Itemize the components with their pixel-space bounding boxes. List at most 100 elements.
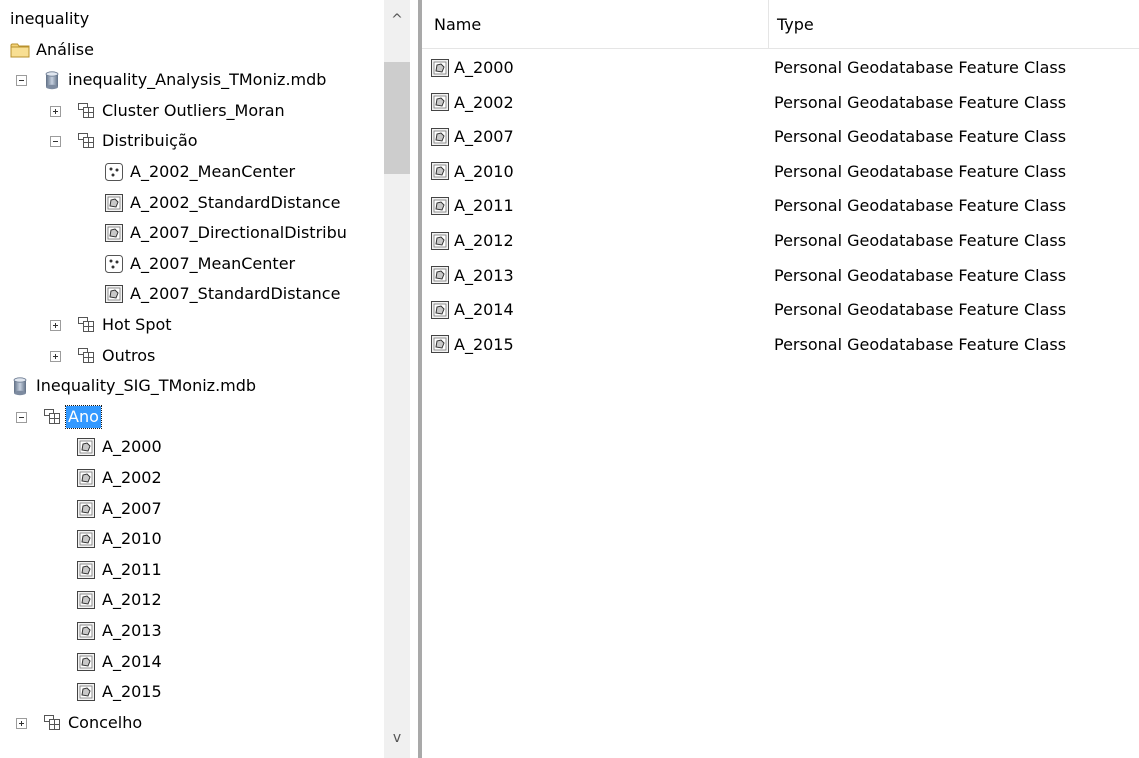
collapse-icon[interactable] bbox=[50, 136, 61, 148]
tree-node-cluster-outliers-moran[interactable]: Cluster Outliers_Moran bbox=[76, 96, 287, 126]
tree-node-concelho[interactable]: Concelho bbox=[42, 708, 144, 738]
cell-type: Personal Geodatabase Feature Class bbox=[774, 231, 1067, 250]
column-header-type[interactable]: Type bbox=[768, 0, 1137, 48]
tree-node-label: A_2007 bbox=[102, 498, 162, 518]
polygon-feature-class-icon bbox=[76, 499, 96, 519]
tree-node-a-2002-meancenter[interactable]: A_2002_MeanCenter bbox=[104, 157, 297, 187]
cell-name: A_2015 bbox=[430, 327, 514, 362]
tree-node-a-2015[interactable]: A_2015 bbox=[76, 677, 164, 707]
cell-type: Personal Geodatabase Feature Class bbox=[774, 127, 1067, 147]
row-name-text: A_2010 bbox=[454, 161, 514, 181]
tree-node-a-2010[interactable]: A_2010 bbox=[76, 524, 164, 554]
row-name-text: A_2011 bbox=[454, 196, 514, 216]
cell-type: Personal Geodatabase Feature Class bbox=[774, 58, 1067, 77]
list-row[interactable]: A_2015 Personal Geodatabase Feature Class bbox=[422, 327, 1139, 362]
tree-node-label: Ano bbox=[65, 404, 102, 429]
tree-node-ano[interactable]: Ano bbox=[42, 402, 102, 432]
cell-name: A_2011 bbox=[430, 188, 514, 223]
tree-node-label: Cluster Outliers_Moran bbox=[102, 100, 285, 120]
collapse-icon[interactable] bbox=[16, 411, 27, 423]
tree-node-label: A_2011 bbox=[102, 559, 162, 579]
polygon-feature-class-icon bbox=[430, 58, 450, 78]
tree-node-inequality[interactable]: inequality bbox=[8, 4, 91, 34]
tree-node-label: A_2015 bbox=[102, 682, 162, 702]
collapse-icon[interactable] bbox=[16, 75, 27, 87]
column-header-name[interactable]: Name bbox=[434, 0, 754, 48]
point-feature-class-icon bbox=[104, 162, 124, 182]
tree-node-analise[interactable]: Análise bbox=[10, 35, 96, 65]
cell-type: Personal Geodatabase Feature Class bbox=[774, 161, 1067, 181]
list-row[interactable]: A_2014 Personal Geodatabase Feature Class bbox=[422, 292, 1139, 327]
feature-dataset-icon bbox=[76, 315, 96, 335]
tree-node-distribuicao[interactable]: Distribuição bbox=[76, 126, 200, 156]
database-icon bbox=[10, 376, 30, 396]
list-row[interactable]: A_2000 Personal Geodatabase Feature Class bbox=[422, 50, 1139, 85]
polygon-feature-class-icon bbox=[430, 231, 450, 251]
tree-node-a-2007-directionaldistribu[interactable]: A_2007_DirectionalDistribu bbox=[104, 218, 349, 248]
scroll-up-icon[interactable]: ^ bbox=[384, 0, 410, 40]
list-row[interactable]: A_2002 Personal Geodatabase Feature Class bbox=[422, 85, 1139, 120]
row-name-text: A_2012 bbox=[454, 231, 514, 250]
tree-node-label: A_2002_MeanCenter bbox=[130, 162, 296, 181]
polygon-feature-class-icon bbox=[430, 196, 450, 216]
tree-node-label: A_2010 bbox=[102, 529, 162, 549]
polygon-feature-class-icon bbox=[430, 92, 450, 112]
tree-node-label: A_2007_StandardDistance bbox=[130, 284, 341, 304]
tree-node-outros[interactable]: Outros bbox=[76, 341, 157, 371]
tree-node-label: A_2007_DirectionalDistribu bbox=[130, 223, 347, 243]
tree-node-label: A_2000 bbox=[102, 437, 162, 457]
expand-icon[interactable] bbox=[50, 105, 61, 117]
scroll-down-icon[interactable]: v bbox=[384, 718, 410, 758]
cell-name: A_2002 bbox=[430, 85, 514, 120]
polygon-feature-class-icon bbox=[76, 468, 96, 488]
expand-icon[interactable] bbox=[50, 320, 61, 331]
contents-list-pane: Name Type A_2000 Personal Geodatabase Fea… bbox=[422, 0, 1139, 758]
tree-node-a-2000[interactable]: A_2000 bbox=[76, 432, 164, 462]
expand-icon[interactable] bbox=[50, 350, 61, 362]
feature-dataset-icon bbox=[76, 346, 96, 366]
tree-node-label: A_2002 bbox=[102, 468, 162, 487]
scroll-thumb[interactable] bbox=[384, 62, 410, 174]
polygon-feature-class-icon bbox=[430, 265, 450, 285]
cell-type: Personal Geodatabase Feature Class bbox=[774, 265, 1067, 285]
feature-dataset-icon bbox=[42, 407, 62, 427]
tree-node-inequality-sig-tmoniz-mdb[interactable]: Inequality_SIG_TMoniz.mdb bbox=[10, 371, 258, 401]
polygon-feature-class-icon bbox=[76, 652, 96, 672]
row-name-text: A_2015 bbox=[454, 334, 514, 354]
tree-node-a-2007-meancenter[interactable]: A_2007_MeanCenter bbox=[104, 249, 297, 279]
tree-node-label: inequality_Analysis_TMoniz.mdb bbox=[68, 70, 327, 90]
tree-node-hot-spot[interactable]: Hot Spot bbox=[76, 310, 174, 340]
tree-node-a-2002[interactable]: A_2002 bbox=[76, 463, 164, 493]
expand-icon[interactable] bbox=[16, 717, 27, 729]
polygon-feature-class-icon bbox=[76, 529, 96, 549]
list-row[interactable]: A_2010 Personal Geodatabase Feature Class bbox=[422, 154, 1139, 189]
tree-node-label: A_2014 bbox=[102, 651, 162, 671]
tree-node-a-2013[interactable]: A_2013 bbox=[76, 616, 164, 646]
point-feature-class-icon bbox=[104, 254, 124, 274]
list-row[interactable]: A_2013 Personal Geodatabase Feature Class bbox=[422, 258, 1139, 293]
row-name-text: A_2013 bbox=[454, 265, 514, 285]
tree-node-label: A_2012 bbox=[102, 590, 162, 610]
tree-node-a-2014[interactable]: A_2014 bbox=[76, 647, 164, 677]
tree-node-label: Concelho bbox=[68, 712, 143, 732]
cell-name: A_2007 bbox=[430, 119, 514, 154]
tree-node-label: Inequality_SIG_TMoniz.mdb bbox=[36, 376, 257, 396]
list-row[interactable]: A_2011 Personal Geodatabase Feature Class bbox=[422, 188, 1139, 223]
tree-node-a-2012[interactable]: A_2012 bbox=[76, 585, 164, 615]
tree-vertical-scrollbar[interactable]: ^ v bbox=[384, 0, 410, 758]
tree-node-a-2011[interactable]: A_2011 bbox=[76, 555, 164, 585]
tree-node-a-2002-standarddistance[interactable]: A_2002_StandardDistance bbox=[104, 188, 342, 218]
polygon-feature-class-icon bbox=[76, 621, 96, 641]
row-name-text: A_2007 bbox=[454, 127, 514, 147]
feature-dataset-icon bbox=[42, 713, 62, 733]
tree-node-label: Outros bbox=[102, 345, 156, 365]
tree-node-inequality-analysis-tmoniz-mdb[interactable]: inequality_Analysis_TMoniz.mdb bbox=[42, 65, 328, 95]
tree-node-a-2007-standarddistance[interactable]: A_2007_StandardDistance bbox=[104, 279, 342, 309]
list-row[interactable]: A_2007 Personal Geodatabase Feature Class bbox=[422, 119, 1139, 154]
list-row[interactable]: A_2012 Personal Geodatabase Feature Class bbox=[422, 223, 1139, 258]
tree-node-label: Análise bbox=[36, 39, 94, 59]
tree-node-label: A_2002_StandardDistance bbox=[130, 192, 341, 212]
cell-type: Personal Geodatabase Feature Class bbox=[774, 92, 1067, 112]
cell-type: Personal Geodatabase Feature Class bbox=[774, 300, 1067, 320]
tree-node-a-2007[interactable]: A_2007 bbox=[76, 494, 164, 524]
